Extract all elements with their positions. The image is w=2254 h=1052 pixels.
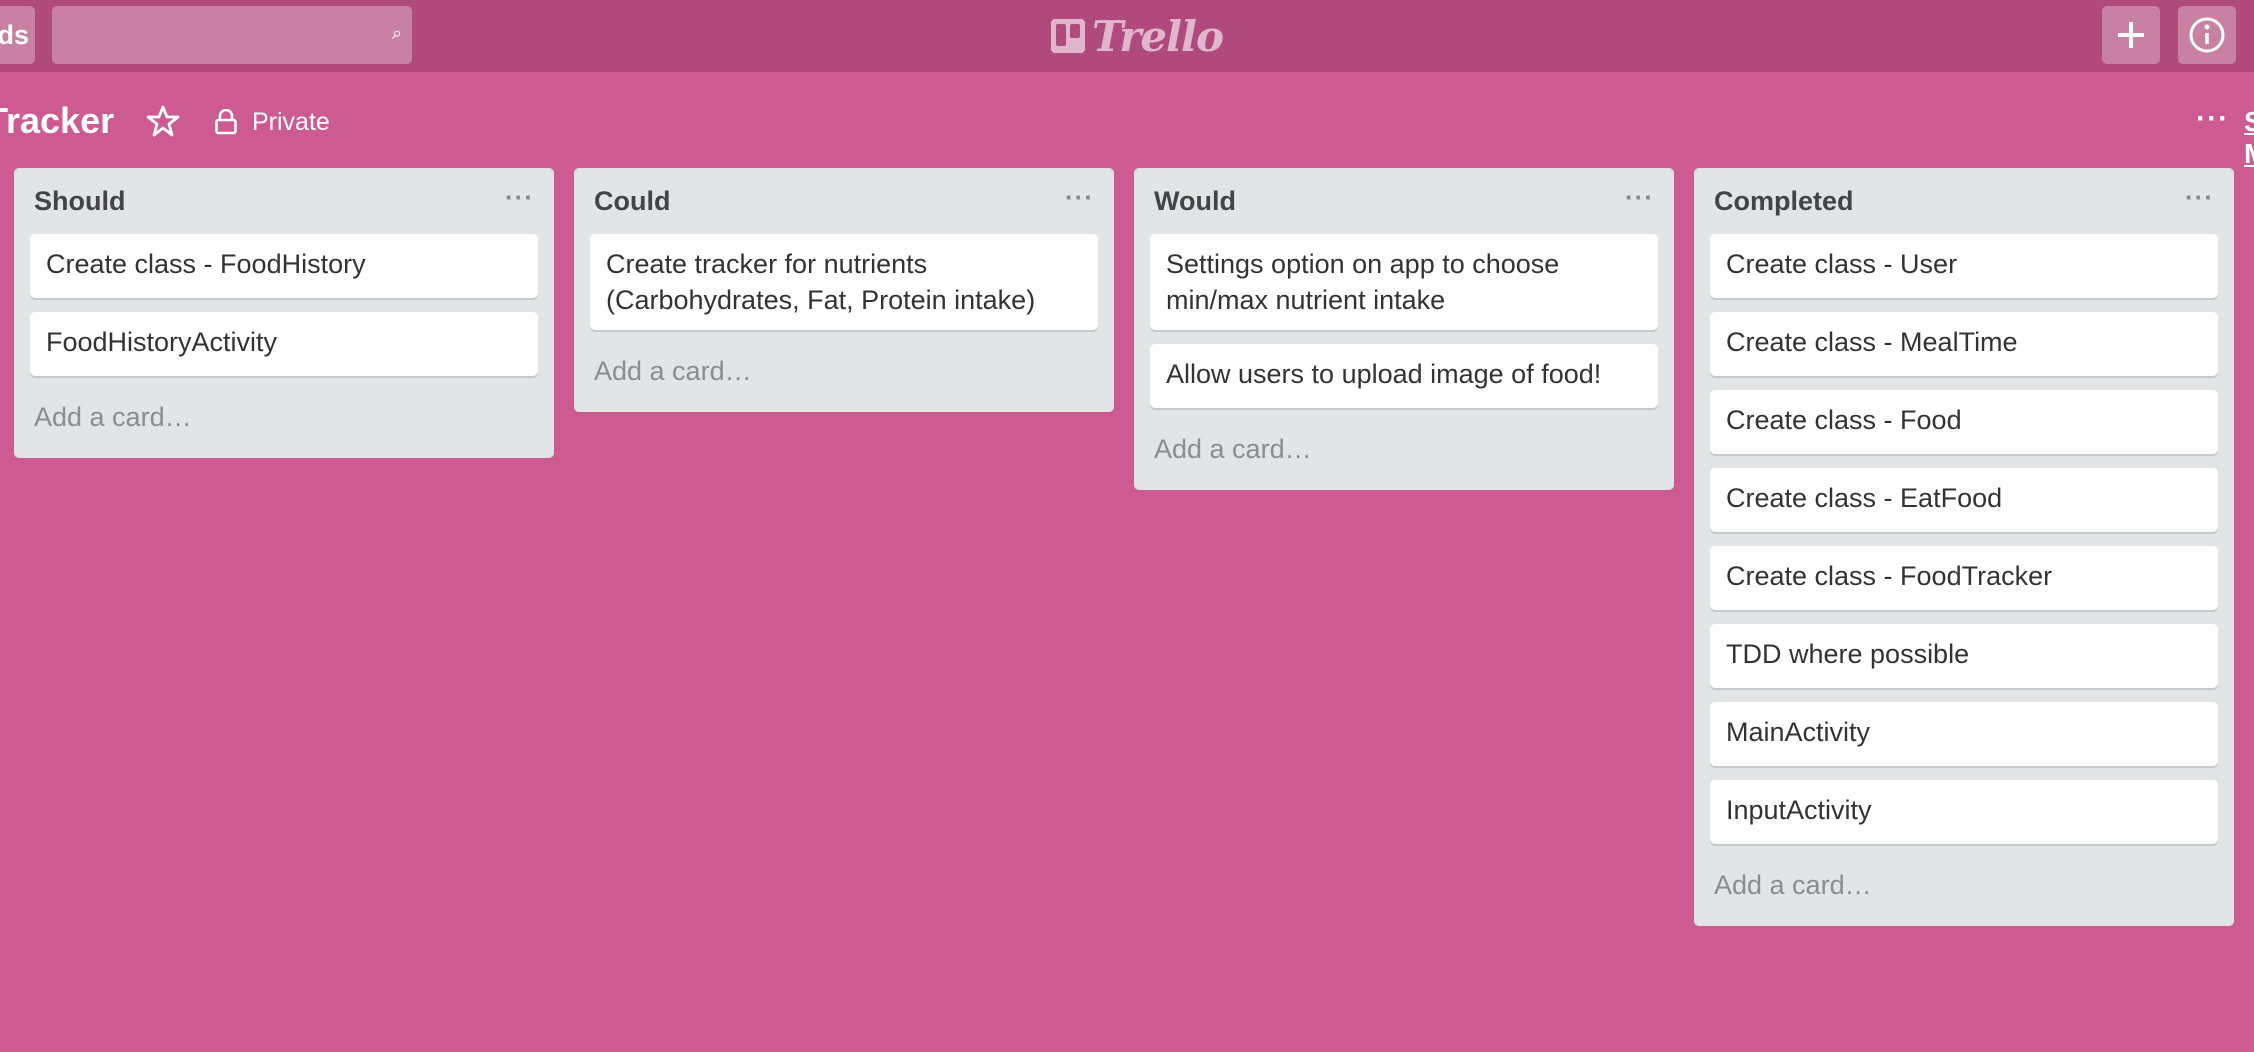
list-would: Would ··· Settings option on app to choo… bbox=[1134, 168, 1674, 490]
boards-button[interactable]: Boards bbox=[0, 6, 35, 64]
list-header: Completed ··· bbox=[1710, 168, 2218, 234]
list-menu-icon[interactable]: ··· bbox=[1625, 184, 1654, 218]
list-menu-icon[interactable]: ··· bbox=[1065, 184, 1094, 218]
top-bar: Boards Trello bbox=[0, 0, 2254, 72]
card-list: Create tracker for nutrients (Carbohydra… bbox=[590, 234, 1098, 330]
card[interactable]: Allow users to upload image of food! bbox=[1150, 344, 1658, 408]
card[interactable]: Create class - FoodHistory bbox=[30, 234, 538, 298]
list-menu-icon[interactable]: ··· bbox=[2185, 184, 2214, 218]
list-title[interactable]: Should bbox=[34, 186, 125, 217]
search-icon[interactable] bbox=[390, 13, 402, 57]
info-icon bbox=[2189, 17, 2225, 53]
list-menu-icon[interactable]: ··· bbox=[505, 184, 534, 218]
visibility-label: Private bbox=[252, 107, 330, 136]
search-input[interactable] bbox=[52, 6, 390, 64]
board-icon bbox=[1051, 19, 1085, 53]
visibility-button[interactable]: Private bbox=[214, 102, 330, 142]
add-card-button[interactable]: Add a card… bbox=[590, 330, 1098, 412]
card[interactable]: Create class - FoodTracker bbox=[1710, 546, 2218, 610]
card[interactable]: TDD where possible bbox=[1710, 624, 2218, 688]
add-button[interactable] bbox=[2102, 6, 2160, 64]
list-header: Would ··· bbox=[1150, 168, 1658, 234]
board-title[interactable]: Tracker bbox=[0, 100, 114, 142]
card[interactable]: MainActivity bbox=[1710, 702, 2218, 766]
card[interactable]: Create class - EatFood bbox=[1710, 468, 2218, 532]
card-list: Create class - User Create class - MealT… bbox=[1710, 234, 2218, 844]
card[interactable]: Create class - User bbox=[1710, 234, 2218, 298]
card[interactable]: Create class - Food bbox=[1710, 390, 2218, 454]
card-list: Settings option on app to choose min/max… bbox=[1150, 234, 1658, 408]
list-could: Could ··· Create tracker for nutrients (… bbox=[574, 168, 1114, 412]
card[interactable]: Create tracker for nutrients (Carbohydra… bbox=[590, 234, 1098, 330]
star-icon[interactable] bbox=[146, 104, 180, 138]
trello-logo[interactable]: Trello bbox=[1050, 10, 1224, 62]
add-card-button[interactable]: Add a card… bbox=[1710, 844, 2218, 926]
plus-icon bbox=[2118, 22, 2144, 48]
list-should: Should ··· Create class - FoodHistory Fo… bbox=[14, 168, 554, 458]
list-header: Should ··· bbox=[30, 168, 538, 234]
list-header: Could ··· bbox=[590, 168, 1098, 234]
board-header: Tracker Private ··· Show Menu bbox=[0, 92, 2254, 169]
card[interactable]: InputActivity bbox=[1710, 780, 2218, 844]
more-icon[interactable]: ··· bbox=[2196, 102, 2229, 136]
lock-icon bbox=[215, 109, 237, 135]
search-box[interactable] bbox=[52, 6, 412, 64]
list-title[interactable]: Completed bbox=[1714, 186, 1854, 217]
logo-text: Trello bbox=[1092, 11, 1224, 61]
info-button[interactable] bbox=[2178, 6, 2236, 64]
list-completed: Completed ··· Create class - User Create… bbox=[1694, 168, 2234, 926]
list-title[interactable]: Could bbox=[594, 186, 670, 217]
card[interactable]: FoodHistoryActivity bbox=[30, 312, 538, 376]
add-card-button[interactable]: Add a card… bbox=[30, 376, 538, 458]
add-card-button[interactable]: Add a card… bbox=[1150, 408, 1658, 490]
card-list: Create class - FoodHistory FoodHistoryAc… bbox=[30, 234, 538, 376]
card[interactable]: Settings option on app to choose min/max… bbox=[1150, 234, 1658, 330]
show-menu-link[interactable]: Show Menu bbox=[2244, 106, 2254, 170]
card[interactable]: Create class - MealTime bbox=[1710, 312, 2218, 376]
list-title[interactable]: Would bbox=[1154, 186, 1236, 217]
